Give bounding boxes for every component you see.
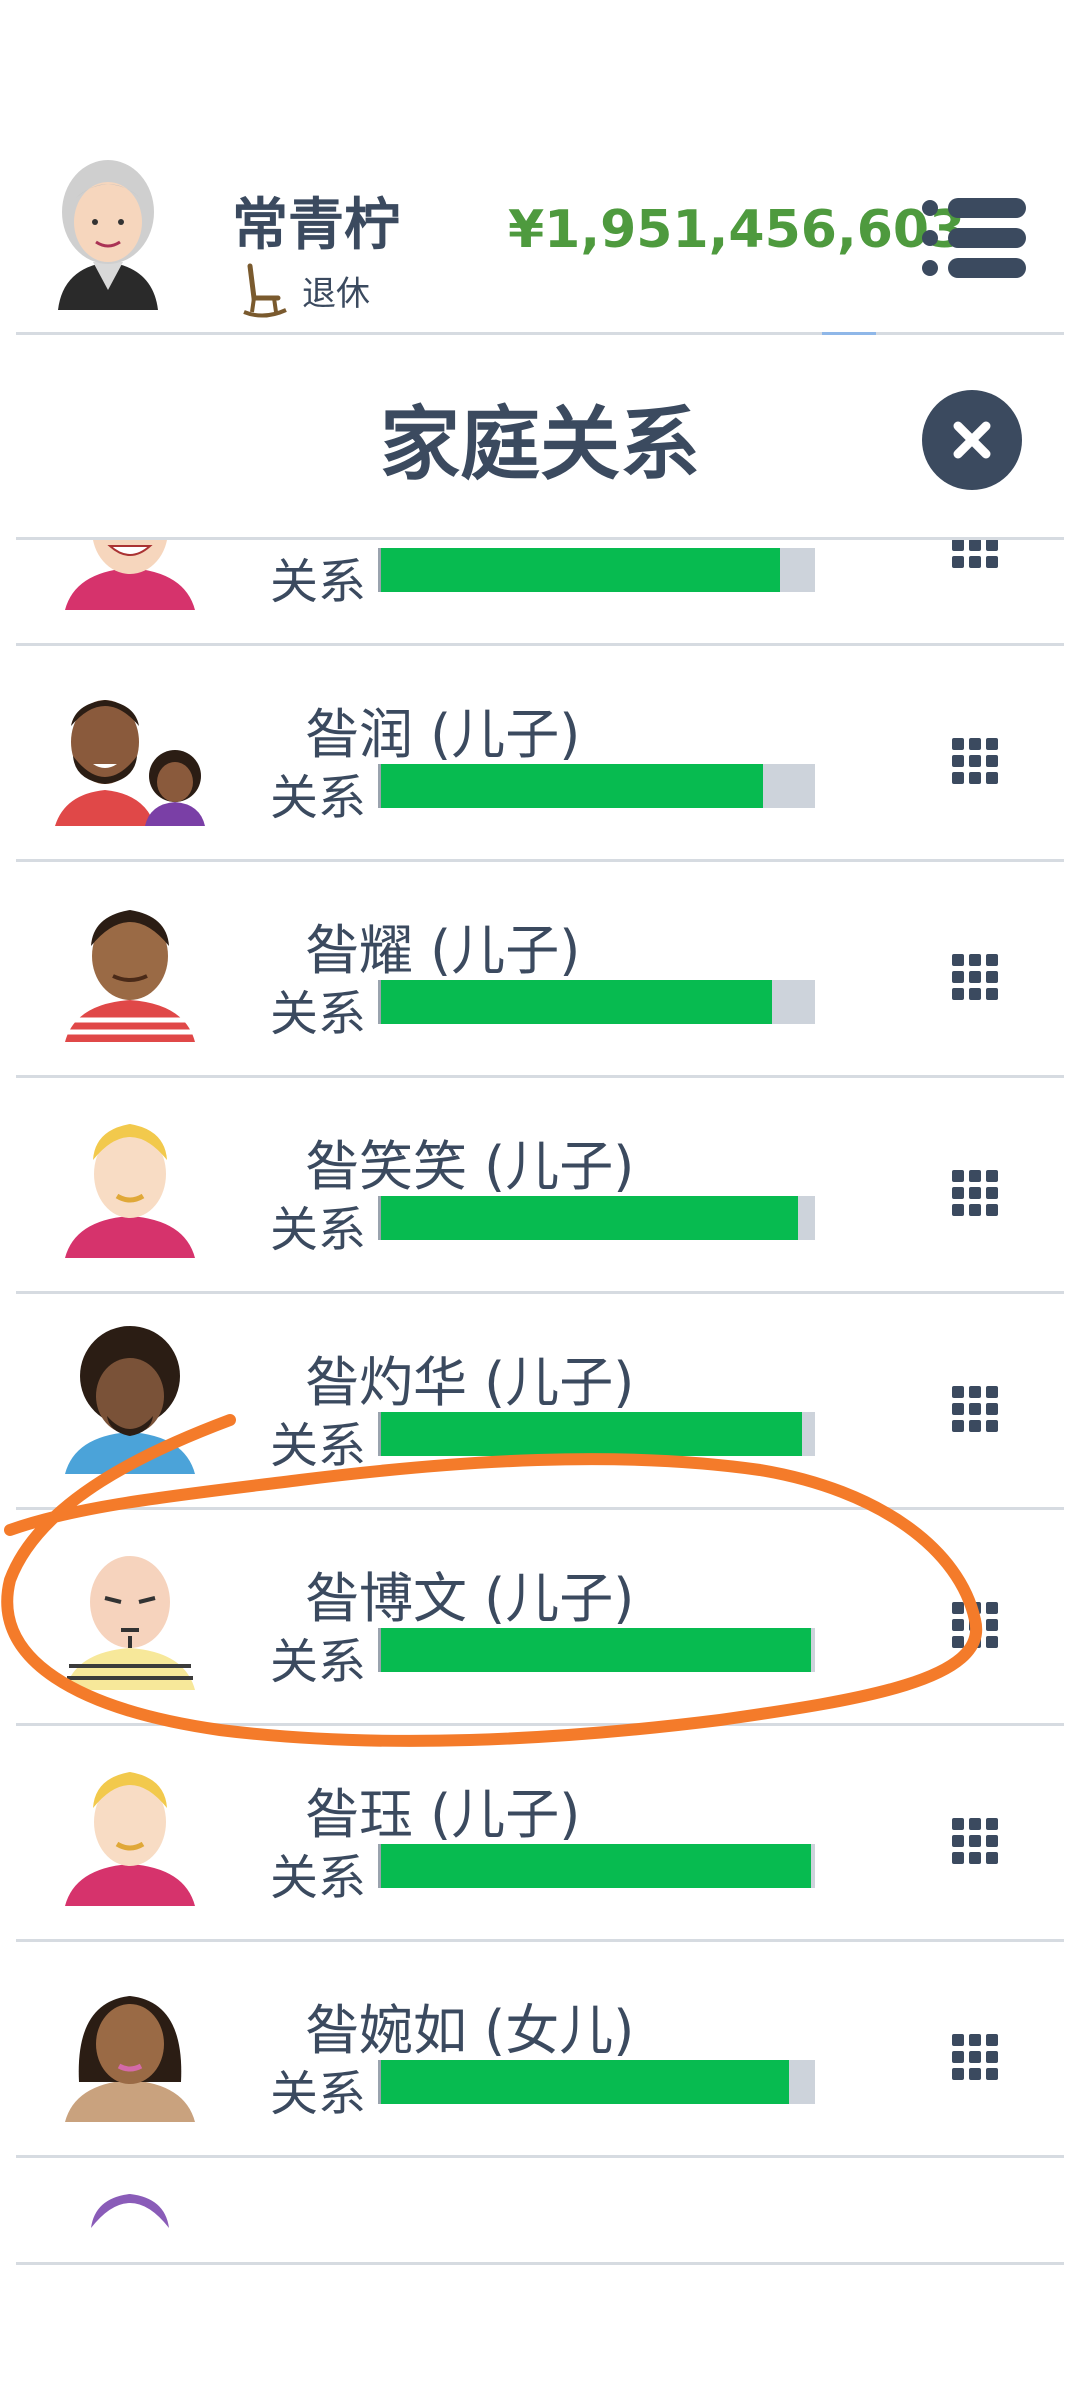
- relationship-label: 关系: [270, 554, 367, 610]
- status-label: 退休: [302, 273, 370, 314]
- list-item[interactable]: 昝博文 (儿子) 关系: [0, 1510, 1080, 1726]
- grid-menu-icon[interactable]: [950, 2032, 1000, 2082]
- list-item[interactable]: 昝润 (儿子) 关系: [0, 646, 1080, 862]
- afro-man-avatar: [65, 1326, 195, 1474]
- header-divider: [16, 332, 1064, 335]
- grid-menu-icon[interactable]: [950, 1168, 1000, 1218]
- relationship-bar: [378, 548, 815, 592]
- relationship-label: 关系: [270, 1634, 367, 1690]
- relationship-label: 关系: [270, 770, 367, 826]
- grid-menu-icon[interactable]: [950, 1600, 1000, 1650]
- status: 退休: [240, 260, 370, 320]
- relationship-label: 关系: [270, 1202, 367, 1258]
- relationship-bar: [378, 764, 815, 808]
- header-accent: [822, 332, 876, 335]
- woman-avatar: [65, 1996, 195, 2122]
- rocking-chair-icon: [243, 263, 287, 318]
- list-item[interactable]: 昝耀 (儿子) 关系: [0, 862, 1080, 1078]
- relationship-label: 关系: [270, 1418, 367, 1474]
- blond-man-avatar: [65, 1124, 195, 1258]
- grid-menu-icon[interactable]: [950, 736, 1000, 786]
- smiling-person-avatar: [65, 540, 195, 610]
- relationship-label: 关系: [270, 2066, 367, 2122]
- close-icon: [953, 421, 991, 459]
- relationship-bar-fill: [381, 548, 781, 592]
- list-item[interactable]: 昝灼华 (儿子) 关系: [0, 1294, 1080, 1510]
- close-button[interactable]: [922, 390, 1022, 490]
- bald-man-avatar: [65, 1556, 195, 1690]
- relationship-label: 关系: [270, 1850, 367, 1906]
- player-header: 常青柠 退休 ¥1,951,456,603: [0, 130, 1080, 330]
- money-balance: ¥1,951,456,603: [508, 200, 966, 260]
- bottom-divider: [16, 2262, 1064, 2265]
- relationship-bar-fill: [381, 1196, 798, 1240]
- relationship-bar: [378, 1412, 815, 1456]
- list-item[interactable]: 昝笑笑 (儿子) 关系: [0, 1078, 1080, 1294]
- relationship-bar: [378, 2060, 815, 2104]
- relationship-bar: [378, 1844, 815, 1888]
- relationship-bar: [378, 980, 815, 1024]
- list-item[interactable]: 昝珏 (儿子) 关系: [0, 1726, 1080, 1942]
- list-item[interactable]: 昝婉如 (女儿) 关系: [0, 1942, 1080, 2158]
- relationship-bar-fill: [381, 1412, 802, 1456]
- purple-hair-avatar: [91, 2194, 169, 2228]
- relationship-bar: [378, 1628, 815, 1672]
- blond-man-avatar: [65, 1772, 195, 1906]
- list-item[interactable]: [0, 2158, 1080, 2230]
- grid-menu-icon[interactable]: [950, 540, 1000, 570]
- relationship-bar-fill: [381, 1844, 811, 1888]
- menu-icon[interactable]: [920, 190, 1028, 286]
- list-item[interactable]: 关系: [0, 540, 1080, 646]
- relationship-list[interactable]: 关系 昝润 (儿子) 关系 昝耀 (儿子) 关系 昝笑笑 (儿子) 关系 昝灼华…: [0, 540, 1080, 2230]
- modal-title: 家庭关系: [380, 398, 700, 491]
- relationship-bar-fill: [381, 1628, 811, 1672]
- elderly-woman-avatar: [58, 160, 158, 310]
- relationship-label: 关系: [270, 986, 367, 1042]
- curly-hair-man-avatar: [65, 910, 195, 1042]
- player-name: 常青柠: [232, 193, 400, 258]
- relationship-bar-fill: [381, 764, 763, 808]
- relationship-bar: [378, 1196, 815, 1240]
- relationship-bar-fill: [381, 2060, 789, 2104]
- grid-menu-icon[interactable]: [950, 1816, 1000, 1866]
- relationship-bar-fill: [381, 980, 772, 1024]
- grid-menu-icon[interactable]: [950, 1384, 1000, 1434]
- grid-menu-icon[interactable]: [950, 952, 1000, 1002]
- man-with-child-avatar: [55, 700, 205, 826]
